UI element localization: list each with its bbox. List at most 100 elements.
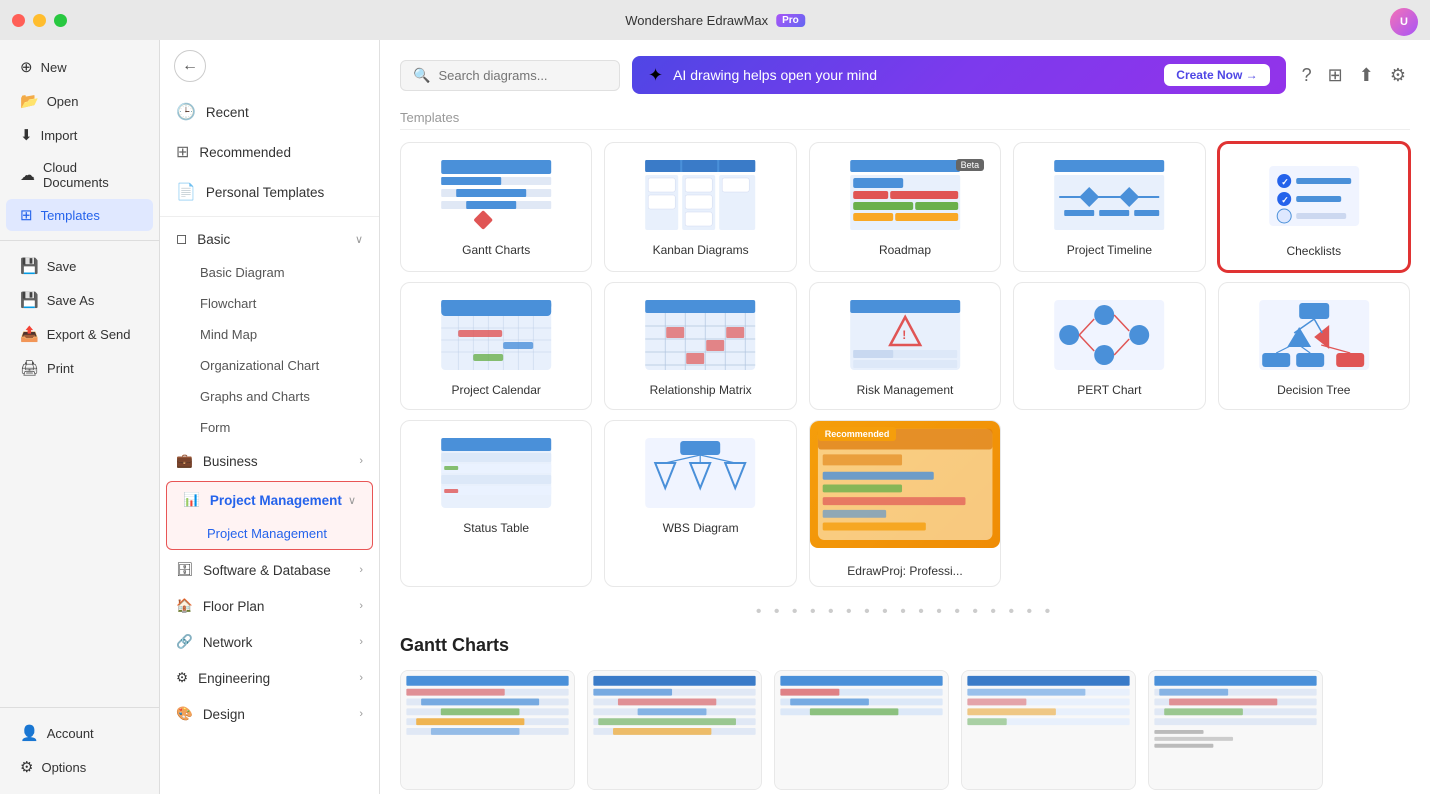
back-button[interactable]: ←	[174, 50, 206, 82]
template-decision[interactable]: Decision Tree	[1218, 282, 1410, 410]
title-bar: Wondershare EdrawMax Pro U	[0, 0, 1430, 40]
sidebar-item-cloud[interactable]: ☁ Cloud Documents	[6, 153, 153, 197]
svg-text:✓: ✓	[1281, 177, 1289, 187]
template-wbs[interactable]: WBS Diagram	[604, 420, 796, 587]
sub-basic-diagram[interactable]: Basic Diagram	[160, 257, 379, 288]
template-pert[interactable]: PERT Chart	[1013, 282, 1205, 410]
checklists-img: ✓ ✓	[1232, 156, 1396, 236]
sidebar-item-export[interactable]: 📤 Export & Send	[6, 318, 153, 350]
ai-banner[interactable]: ✦ AI drawing helps open your mind Create…	[632, 56, 1286, 94]
sidebar-item-options[interactable]: ⚙ Options	[6, 751, 153, 783]
help-icon[interactable]: ?	[1298, 61, 1316, 90]
search-input[interactable]	[438, 68, 607, 83]
section-floorplan[interactable]: 🏠 Floor Plan ›	[160, 588, 379, 624]
network-icon: 🔗	[176, 634, 193, 650]
sub-form[interactable]: Form	[160, 412, 379, 443]
sidebar: ⊕ New 📂 Open ⬇ Import ☁ Cloud Documents …	[0, 40, 160, 794]
business-icon: 💼	[176, 453, 193, 469]
cloud-icon: ☁	[20, 166, 35, 184]
search-box[interactable]: 🔍	[400, 60, 620, 91]
project-icon: 📊	[183, 492, 200, 508]
sub-flowchart[interactable]: Flowchart	[160, 288, 379, 319]
template-calendar[interactable]: Project Calendar	[400, 282, 592, 410]
sidebar-item-save[interactable]: 💾 Save	[6, 250, 153, 282]
floorplan-icon: 🏠	[176, 598, 193, 614]
template-kanban[interactable]: Kanban Diagrams	[604, 142, 796, 272]
template-edrawproj[interactable]: Recommended EdrawProj: Professi...	[809, 420, 1001, 587]
sidebar-item-new[interactable]: ⊕ New	[6, 51, 153, 83]
sidebar-item-import[interactable]: ⬇ Import	[6, 119, 153, 151]
gantt-thumb-5[interactable]	[1148, 670, 1323, 790]
layout-icon[interactable]: ⊞	[1324, 61, 1347, 90]
recommended-icon: ⊞	[176, 142, 189, 162]
user-avatar[interactable]: U	[1390, 8, 1418, 36]
template-timeline[interactable]: Project Timeline	[1013, 142, 1205, 272]
gantt-title: Gantt Charts	[462, 243, 530, 257]
recent-icon: 🕒	[176, 102, 196, 122]
create-now-button[interactable]: Create Now →	[1164, 64, 1269, 86]
sub-mindmap[interactable]: Mind Map	[160, 319, 379, 350]
pro-badge: Pro	[776, 14, 805, 27]
sidebar-item-saveas[interactable]: 💾 Save As	[6, 284, 153, 316]
sub-graphs[interactable]: Graphs and Charts	[160, 381, 379, 412]
account-icon: 👤	[20, 724, 39, 742]
wbs-title: WBS Diagram	[663, 521, 739, 535]
sidebar-item-templates[interactable]: ⊞ Templates	[6, 199, 153, 231]
section-engineering[interactable]: ⚙ Engineering ›	[160, 660, 379, 696]
minimize-button[interactable]	[33, 14, 46, 27]
basic-chevron: ∨	[355, 233, 363, 246]
section-business[interactable]: 💼 Business ›	[160, 443, 379, 479]
maximize-button[interactable]	[54, 14, 67, 27]
matrix-title: Relationship Matrix	[650, 383, 752, 397]
section-project[interactable]: 📊 Project Management ∨	[167, 482, 372, 518]
kanban-title: Kanban Diagrams	[653, 243, 749, 257]
sidebar-item-print[interactable]: 🖨 Print	[6, 352, 153, 384]
gantt-thumb-3[interactable]	[774, 670, 949, 790]
new-icon: ⊕	[20, 58, 33, 76]
status-title: Status Table	[463, 521, 529, 535]
options-icon: ⚙	[20, 758, 33, 776]
sub-project-management[interactable]: Project Management	[167, 518, 372, 549]
templates-icon: ⊞	[20, 206, 33, 224]
template-gantt[interactable]: Gantt Charts	[400, 142, 592, 272]
share-icon[interactable]: ⬆	[1355, 61, 1378, 90]
close-button[interactable]	[12, 14, 25, 27]
settings-icon[interactable]: ⚙	[1386, 61, 1410, 90]
engineering-icon: ⚙	[176, 670, 188, 686]
search-icon: 🔍	[413, 67, 430, 84]
sidebar-item-account[interactable]: 👤 Account	[6, 717, 153, 749]
section-software[interactable]: 🗄 Software & Database ›	[160, 552, 379, 588]
personal-icon: 📄	[176, 182, 196, 202]
templates-section-label: Templates	[400, 110, 1410, 130]
print-icon: 🖨	[20, 359, 39, 377]
template-status[interactable]: Status Table	[400, 420, 592, 587]
svg-text:!: !	[902, 328, 906, 342]
template-checklists[interactable]: ✓ ✓ Checklists	[1218, 142, 1410, 272]
section-network[interactable]: 🔗 Network ›	[160, 624, 379, 660]
template-matrix[interactable]: Relationship Matrix	[604, 282, 796, 410]
separator-dots: • • • • • • • • • • • • • • • • •	[400, 603, 1410, 621]
risk-title: Risk Management	[857, 383, 954, 397]
section-design[interactable]: 🎨 Design ›	[160, 696, 379, 732]
gantt-thumbs	[400, 670, 1410, 790]
gantt-thumb-2[interactable]	[587, 670, 762, 790]
gantt-section-title: Gantt Charts	[400, 635, 1410, 656]
left-panel-personal[interactable]: 📄 Personal Templates	[160, 172, 379, 212]
left-panel-recent[interactable]: 🕒 Recent	[160, 92, 379, 132]
left-panel-recommended[interactable]: ⊞ Recommended	[160, 132, 379, 172]
template-roadmap[interactable]: Beta Roadmap	[809, 142, 1001, 272]
sidebar-item-open[interactable]: 📂 Open	[6, 85, 153, 117]
open-icon: 📂	[20, 92, 39, 110]
edrawproj-title: EdrawProj: Professi...	[843, 556, 966, 586]
gantt-thumb-4[interactable]	[961, 670, 1136, 790]
design-chevron: ›	[359, 708, 363, 720]
sub-orgchart[interactable]: Organizational Chart	[160, 350, 379, 381]
network-chevron: ›	[359, 636, 363, 648]
gantt-thumb-1[interactable]	[400, 670, 575, 790]
saveas-icon: 💾	[20, 291, 39, 309]
svg-text:✓: ✓	[1281, 195, 1289, 205]
section-basic[interactable]: ◻ Basic ∨	[160, 221, 379, 257]
ai-banner-text: AI drawing helps open your mind	[673, 67, 877, 83]
template-risk[interactable]: ! Risk Management	[809, 282, 1001, 410]
app-body: ⊕ New 📂 Open ⬇ Import ☁ Cloud Documents …	[0, 40, 1430, 794]
